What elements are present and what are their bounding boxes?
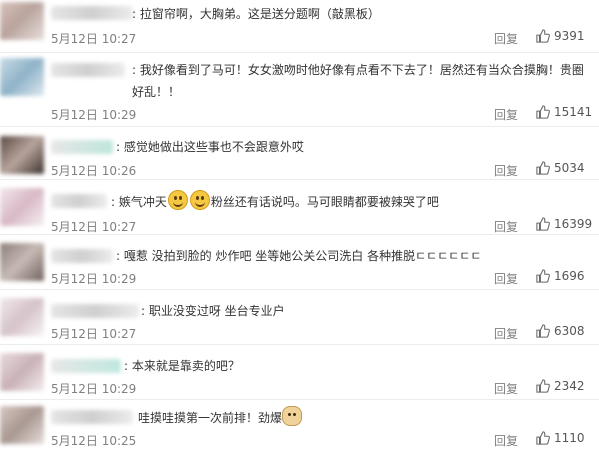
comment-item: : 职业没变过呀 坐台专业户 5月12日 10:27 回复 6308 — [0, 290, 599, 345]
username-blurred[interactable] — [51, 249, 113, 263]
avatar[interactable] — [0, 406, 44, 444]
thumbs-up-icon — [536, 217, 550, 231]
like-count: 9391 — [554, 29, 585, 43]
reply-button[interactable]: 回复 — [494, 218, 518, 235]
like-button[interactable]: 16399 — [536, 217, 592, 231]
username-blurred[interactable] — [51, 304, 139, 318]
reply-button[interactable]: 回复 — [494, 380, 518, 397]
comment-body-part2: 粉丝还有话说吗。马可眼睛都要被辣哭了吧 — [210, 195, 439, 209]
comment-body: 嘎惹 没拍到脸的 炒作吧 坐等她公关公司洗白 各种推脱ㄷㄷㄷㄷㄷㄷ — [123, 249, 482, 263]
comment-timestamp: 5月12日 10:27 — [51, 32, 137, 46]
thumbs-up-icon — [536, 379, 550, 393]
like-button[interactable]: 9391 — [536, 29, 585, 43]
thumbs-up-icon — [536, 269, 550, 283]
comment-item: : 嘎惹 没拍到脸的 炒作吧 坐等她公关公司洗白 各种推脱ㄷㄷㄷㄷㄷㄷ 5月12… — [0, 235, 599, 290]
like-count: 2342 — [554, 379, 585, 393]
comment-body: 拉窗帘啊，大胸弟。这是送分题啊（敲黑板） — [139, 7, 380, 21]
comment-body: 本来就是靠卖的吧？ — [131, 359, 240, 373]
comment-text: : 嘎惹 没拍到脸的 炒作吧 坐等她公关公司洗白 各种推脱ㄷㄷㄷㄷㄷㄷ — [116, 249, 482, 263]
like-count: 1110 — [554, 431, 585, 445]
smile-emoji-icon — [167, 190, 188, 210]
avatar[interactable] — [0, 58, 44, 96]
comment-item: : 拉窗帘啊，大胸弟。这是送分题啊（敲黑板） 5月12日 10:27 回复 93… — [0, 0, 599, 53]
like-button[interactable]: 5034 — [536, 161, 585, 175]
avatar[interactable] — [0, 2, 44, 40]
reply-button[interactable]: 回复 — [494, 30, 518, 47]
comment-text: : 职业没变过呀 坐台专业户 — [141, 304, 285, 318]
comment-text: : 拉窗帘啊，大胸弟。这是送分题啊（敲黑板） — [132, 7, 380, 21]
avatar[interactable] — [0, 243, 44, 281]
thumbs-up-icon — [536, 105, 550, 119]
comment-text: : 感觉她做出这些事也不会跟意外哎 — [116, 140, 304, 154]
comment-timestamp: 5月12日 10:26 — [51, 164, 137, 178]
like-count: 15141 — [554, 105, 593, 119]
reply-button[interactable]: 回复 — [494, 325, 518, 342]
doge-emoji-icon — [282, 406, 303, 426]
comment-body-part1: 嫉气冲天 — [118, 195, 167, 209]
comment-item: 哇摸哇摸第一次前排！劲爆 5月12日 10:25 回复 1110 — [0, 400, 599, 452]
username-blurred[interactable] — [51, 140, 113, 154]
reply-button[interactable]: 回复 — [494, 432, 518, 449]
comment-item: : 感觉她做出这些事也不会跟意外哎 5月12日 10:26 回复 5034 — [0, 127, 599, 180]
like-count: 5034 — [554, 161, 585, 175]
username-blurred[interactable] — [51, 410, 133, 424]
avatar[interactable] — [0, 136, 44, 174]
like-button[interactable]: 1696 — [536, 269, 585, 283]
like-button[interactable]: 6308 — [536, 324, 585, 338]
comment-text: : 我好像看到了马可！女女激吻时他好像有点看不下去了！居然还有当众合摸胸！贵圈好… — [132, 63, 584, 99]
comment-body: 职业没变过呀 坐台专业户 — [148, 304, 285, 318]
reply-button[interactable]: 回复 — [494, 106, 518, 123]
comment-timestamp: 5月12日 10:29 — [51, 108, 137, 122]
username-blurred[interactable] — [51, 6, 133, 20]
comment-item: : 嫉气冲天 粉丝还有话说吗。马可眼睛都要被辣哭了吧 5月12日 10:27 回复… — [0, 180, 599, 235]
thumbs-up-icon — [536, 431, 550, 445]
comment-body: 我好像看到了马可！女女激吻时他好像有点看不下去了！居然还有当众合摸胸！贵圈好乱！… — [132, 63, 584, 99]
comment-timestamp: 5月12日 10:25 — [51, 434, 137, 448]
username-blurred[interactable] — [51, 63, 125, 77]
thumbs-up-icon — [536, 161, 550, 175]
comment-timestamp: 5月12日 10:27 — [51, 220, 137, 234]
comment-text: : 嫉气冲天 粉丝还有话说吗。马可眼睛都要被辣哭了吧 — [111, 190, 439, 213]
smile-emoji-icon — [189, 190, 210, 210]
comment-text: 哇摸哇摸第一次前排！劲爆 — [138, 406, 303, 429]
like-count: 16399 — [554, 217, 593, 231]
comment-body: 感觉她做出这些事也不会跟意外哎 — [123, 140, 304, 154]
username-blurred[interactable] — [51, 359, 121, 373]
comment-item: : 本来就是靠卖的吧？ 5月12日 10:29 回复 2342 — [0, 345, 599, 400]
username-blurred[interactable] — [51, 194, 107, 208]
like-button[interactable]: 2342 — [536, 379, 585, 393]
thumbs-up-icon — [536, 29, 550, 43]
reply-button[interactable]: 回复 — [494, 270, 518, 287]
comment-body: 哇摸哇摸第一次前排！劲爆 — [138, 411, 283, 425]
like-button[interactable]: 1110 — [536, 431, 585, 445]
comment-text: : 本来就是靠卖的吧？ — [124, 359, 240, 373]
thumbs-up-icon — [536, 324, 550, 338]
avatar[interactable] — [0, 188, 44, 226]
like-button[interactable]: 15141 — [536, 105, 592, 119]
comment-timestamp: 5月12日 10:27 — [51, 327, 137, 341]
like-count: 6308 — [554, 324, 585, 338]
like-count: 1696 — [554, 269, 585, 283]
comment-timestamp: 5月12日 10:29 — [51, 272, 137, 286]
comment-item: : 我好像看到了马可！女女激吻时他好像有点看不下去了！居然还有当众合摸胸！贵圈好… — [0, 53, 599, 127]
avatar[interactable] — [0, 298, 44, 336]
avatar[interactable] — [0, 353, 44, 391]
comment-timestamp: 5月12日 10:29 — [51, 382, 137, 396]
reply-button[interactable]: 回复 — [494, 162, 518, 179]
